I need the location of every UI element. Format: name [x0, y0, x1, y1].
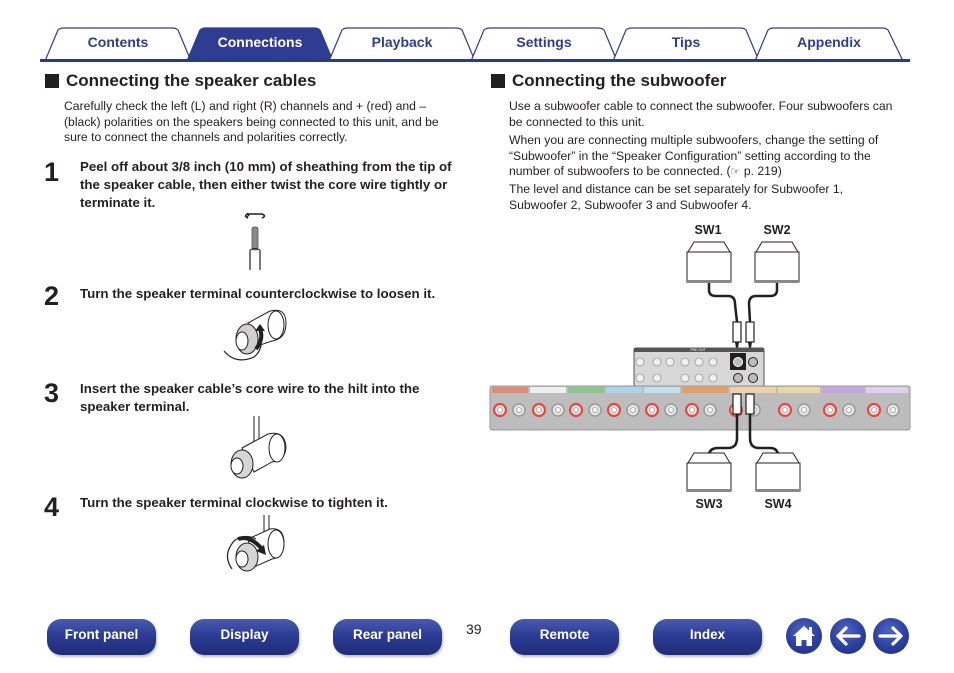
- step-text: Insert the speaker cable’s core wire to …: [80, 381, 420, 414]
- heading-square-icon: [491, 74, 505, 88]
- forward-button[interactable]: [873, 618, 909, 654]
- subwoofer-connection-diagram: SW1 SW2 PRE OUT SW3 SW4: [489, 223, 911, 511]
- step-number: 4: [44, 492, 60, 522]
- terminal-hole: [890, 407, 896, 413]
- page-reference-icon: ☞: [730, 166, 741, 178]
- tab-tips[interactable]: Tips: [612, 27, 760, 61]
- sw3-label: SW3: [695, 497, 722, 511]
- terminal-hole: [516, 407, 522, 413]
- step-number: 3: [44, 378, 60, 408]
- step-number: 2: [44, 281, 60, 311]
- terminal-hole: [871, 407, 877, 413]
- subwoofer-sw3: [686, 452, 732, 492]
- heading-text: Connecting the subwoofer: [512, 71, 727, 90]
- tab-label: Playback: [371, 34, 433, 50]
- subwoofer-paragraph-1: Use a subwoofer cable to connect the sub…: [509, 99, 893, 129]
- tab-label: Settings: [516, 34, 572, 50]
- terminal-hole: [801, 407, 807, 413]
- terminal-color-bands: [492, 387, 908, 393]
- terminal-hole: [668, 407, 674, 413]
- terminal-hole: [649, 407, 655, 413]
- tab-contents[interactable]: Contents: [44, 27, 192, 61]
- home-icon: [793, 626, 815, 646]
- section-heading-subwoofer: Connecting the subwoofer: [491, 71, 726, 91]
- tab-label: Connections: [217, 34, 303, 50]
- terminal-hole: [827, 407, 833, 413]
- cable-sw1: [707, 283, 739, 323]
- heading-square-icon: [45, 74, 59, 88]
- front-panel-button[interactable]: Front panel: [47, 619, 156, 655]
- terminal-hole: [689, 407, 695, 413]
- terminal-hole: [536, 407, 542, 413]
- preout-label: PRE OUT: [690, 348, 706, 352]
- sw2-label: SW2: [763, 223, 790, 237]
- subwoofer-sw1: [686, 241, 732, 283]
- terminal-hole: [611, 407, 617, 413]
- subwoofer-sw4: [755, 452, 801, 492]
- rca-plug: [732, 321, 742, 343]
- subwoofer-paragraph-2: When you are connecting multiple subwoof…: [509, 133, 879, 178]
- tab-connections[interactable]: Connections: [186, 27, 334, 61]
- tab-appendix[interactable]: Appendix: [754, 27, 904, 61]
- back-button[interactable]: [830, 618, 866, 654]
- tab-playback[interactable]: Playback: [328, 27, 476, 61]
- rear-panel-button[interactable]: Rear panel: [333, 619, 442, 655]
- tab-label: Tips: [671, 34, 701, 50]
- rca-plug: [745, 393, 755, 415]
- tab-baseline: [40, 59, 910, 62]
- twisted-wire-illustration: [244, 212, 266, 270]
- tab-label: Appendix: [797, 34, 861, 50]
- rca-plug: [732, 393, 742, 415]
- step-text: Peel off about 3/8 inch (10 mm) of sheat…: [80, 159, 452, 210]
- terminal-hole: [497, 407, 503, 413]
- remote-button[interactable]: Remote: [510, 619, 619, 655]
- step-text: Turn the speaker terminal counterclockwi…: [80, 286, 436, 301]
- terminal-hole: [573, 407, 579, 413]
- tab-label: Contents: [87, 34, 149, 50]
- sw4-label: SW4: [764, 497, 791, 511]
- terminal-hole: [846, 407, 852, 413]
- section-heading-speaker-cables: Connecting the speaker cables: [45, 71, 316, 91]
- terminal-insert-illustration: [230, 416, 287, 479]
- terminal-hole: [555, 407, 561, 413]
- intro-paragraph: Carefully check the left (L) and right (…: [64, 99, 439, 144]
- cable-sw2: [747, 283, 779, 323]
- terminal-hole: [782, 407, 788, 413]
- terminal-hole: [592, 407, 598, 413]
- subwoofer-sw2: [754, 241, 800, 283]
- terminal-hole: [707, 407, 713, 413]
- core-wire: [251, 226, 259, 251]
- page-number: 39: [466, 621, 482, 637]
- rca-plug: [745, 321, 755, 343]
- step-text: Turn the speaker terminal clockwise to t…: [80, 495, 388, 510]
- terminal-loosen-illustration: [223, 309, 287, 361]
- heading-text: Connecting the speaker cables: [66, 71, 317, 90]
- tab-bar: Contents Connections Playback Settings T…: [40, 24, 910, 64]
- back-arrow-icon: [836, 626, 861, 646]
- subwoofer-paragraph-3: The level and distance can be set separa…: [509, 182, 844, 212]
- terminal-hole: [630, 407, 636, 413]
- terminal-tighten-illustration: [226, 515, 285, 572]
- display-button[interactable]: Display: [190, 619, 299, 655]
- forward-arrow-icon: [878, 626, 903, 646]
- index-button[interactable]: Index: [653, 619, 762, 655]
- home-button[interactable]: [786, 618, 822, 654]
- step-number: 1: [44, 157, 60, 187]
- page-reference-link[interactable]: p. 219: [744, 164, 778, 178]
- tab-settings[interactable]: Settings: [470, 27, 618, 61]
- sw1-label: SW1: [694, 223, 721, 237]
- paragraph-text: When you are connecting multiple subwoof…: [509, 133, 879, 178]
